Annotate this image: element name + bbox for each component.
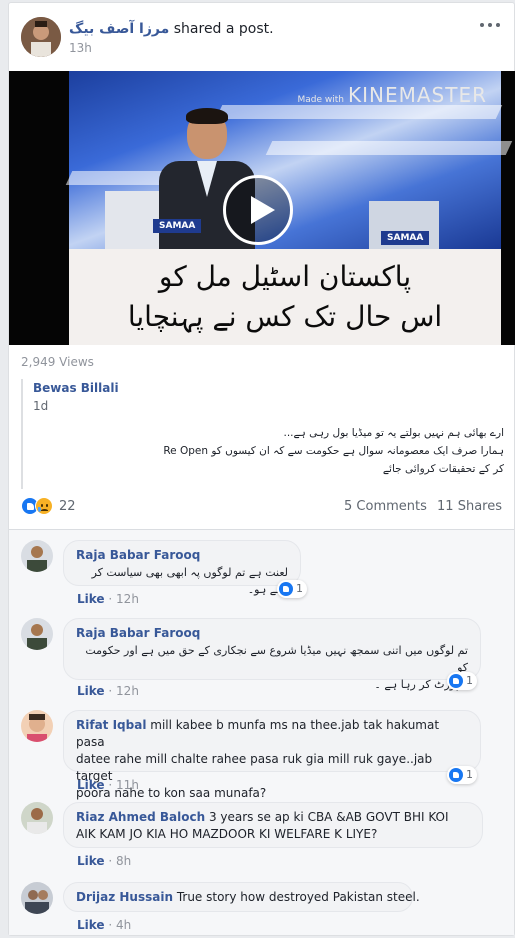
view-count: 2,949 Views — [21, 355, 94, 369]
comment-meta: Like · 11h — [77, 778, 139, 792]
comment-like-button[interactable]: Like — [77, 918, 105, 932]
commenter-name[interactable]: Riaz Ahmed Baloch — [76, 810, 205, 824]
sad-reaction-icon — [35, 497, 53, 515]
commenter-avatar[interactable] — [21, 710, 53, 742]
comment-reactions[interactable]: 1 — [447, 672, 477, 690]
author-line: مرزا آصف بیگ shared a post. — [69, 21, 274, 37]
caption-line-1: پاکستان اسٹیل مل کو — [158, 260, 412, 293]
shared-post-author[interactable]: Bewas Billali — [33, 381, 119, 395]
more-options-icon[interactable] — [478, 15, 502, 35]
shared-post: Bewas Billali 1d ارے بھائی ہم نہیں بولتے… — [21, 379, 504, 489]
comment-meta: Like · 4h — [77, 918, 132, 932]
comment-timestamp[interactable]: 4h — [116, 918, 131, 932]
comment-text: True story how destroyed Pakistan steel. — [176, 890, 420, 904]
post-timestamp[interactable]: 13h — [69, 41, 92, 55]
comment-text-line-1: 3 years se ap ki CBA &AB GOVT BHI KOI — [208, 810, 449, 824]
comment-timestamp[interactable]: 12h — [116, 592, 139, 606]
comment-bubble: Drijaz Hussain True story how destroyed … — [63, 882, 420, 912]
engagement-stats: 5 Comments 11 Shares — [338, 499, 502, 514]
commenter-name[interactable]: Raja Babar Farooq — [76, 626, 200, 640]
comment-like-button[interactable]: Like — [77, 778, 105, 792]
like-reaction-icon — [449, 674, 463, 688]
channel-logo: SAMAA — [153, 219, 202, 233]
commenter-avatar[interactable] — [21, 802, 53, 834]
video-caption: پاکستان اسٹیل مل کو اس حال تک کس نے پہنچ… — [69, 249, 501, 345]
reaction-count: 22 — [59, 499, 76, 514]
comments-section: Raja Babar Farooq لعنت ہے تم لوگوں پہ اب… — [9, 530, 514, 935]
comment-meta: Like · 12h — [77, 684, 139, 698]
video-player[interactable]: SAMAA SAMAA Made with KINEMASTER پاکستان … — [9, 71, 515, 345]
comment-meta: Like · 8h — [77, 854, 132, 868]
shared-post-line-1: ارے بھائی ہم نہیں بولتے یہ تو میڈیا بول … — [283, 427, 504, 439]
comment-meta: Like · 12h — [77, 592, 139, 606]
commenter-name[interactable]: Raja Babar Farooq — [76, 548, 200, 562]
comment-reactions[interactable]: 1 — [277, 580, 307, 598]
comment-timestamp[interactable]: 12h — [116, 684, 139, 698]
share-action-text: shared a post. — [173, 21, 274, 37]
commenter-name[interactable]: Drijaz Hussain — [76, 890, 173, 904]
commenter-avatar[interactable] — [21, 882, 53, 914]
kinemaster-watermark: Made with KINEMASTER — [297, 83, 487, 107]
commenter-avatar[interactable] — [21, 618, 53, 650]
commenter-name[interactable]: Rifat Iqbal — [76, 718, 146, 732]
author-avatar[interactable] — [21, 17, 61, 57]
shared-post-timestamp[interactable]: 1d — [33, 399, 48, 413]
comment-like-button[interactable]: Like — [77, 854, 105, 868]
comment-timestamp[interactable]: 11h — [116, 778, 139, 792]
comments-count-link[interactable]: 5 Comments — [344, 499, 427, 514]
comment-like-button[interactable]: Like — [77, 684, 105, 698]
comment-bubble: Raja Babar Farooq لعنت ہے تم لوگوں پہ اب… — [63, 540, 301, 596]
like-reaction-icon — [279, 582, 293, 596]
shares-count-link[interactable]: 11 Shares — [437, 499, 502, 514]
shared-post-line-3: کر کے تحقیقات کروائی جائے — [382, 463, 504, 475]
commenter-avatar[interactable] — [21, 540, 53, 572]
comment-bubble: Rifat Iqbal mill kabee b munfa ms na the… — [63, 710, 481, 800]
caption-line-2: اس حال تک کس نے پہنچایا — [127, 300, 443, 333]
shared-post-line-2: ہمارا صرف ایک معصومانہ سوال ہے حکومت سے … — [163, 445, 504, 457]
comment-text-line-2: AIK KAM JO KIA HO MAZDOOR KI WELFARE K L… — [76, 827, 378, 841]
author-name[interactable]: مرزا آصف بیگ — [69, 21, 169, 37]
play-icon[interactable] — [223, 175, 293, 245]
post-card: مرزا آصف بیگ shared a post. 13h SAMAA SA… — [8, 2, 515, 936]
comment-like-button[interactable]: Like — [77, 592, 105, 606]
comment-reactions[interactable]: 1 — [447, 766, 477, 784]
comment-text-line-1: تم لوگوں میں اتنی سمجھ نہیں میڈیا شروع س… — [85, 644, 468, 674]
comment-bubble: Raja Babar Farooq تم لوگوں میں اتنی سمجھ… — [63, 618, 481, 691]
like-reaction-icon — [449, 768, 463, 782]
comment-timestamp[interactable]: 8h — [116, 854, 131, 868]
comment-bubble: Riaz Ahmed Baloch 3 years se ap ki CBA &… — [63, 802, 483, 848]
post-header: مرزا آصف بیگ shared a post. 13h — [9, 3, 514, 69]
channel-logo-right: SAMAA — [381, 231, 430, 245]
